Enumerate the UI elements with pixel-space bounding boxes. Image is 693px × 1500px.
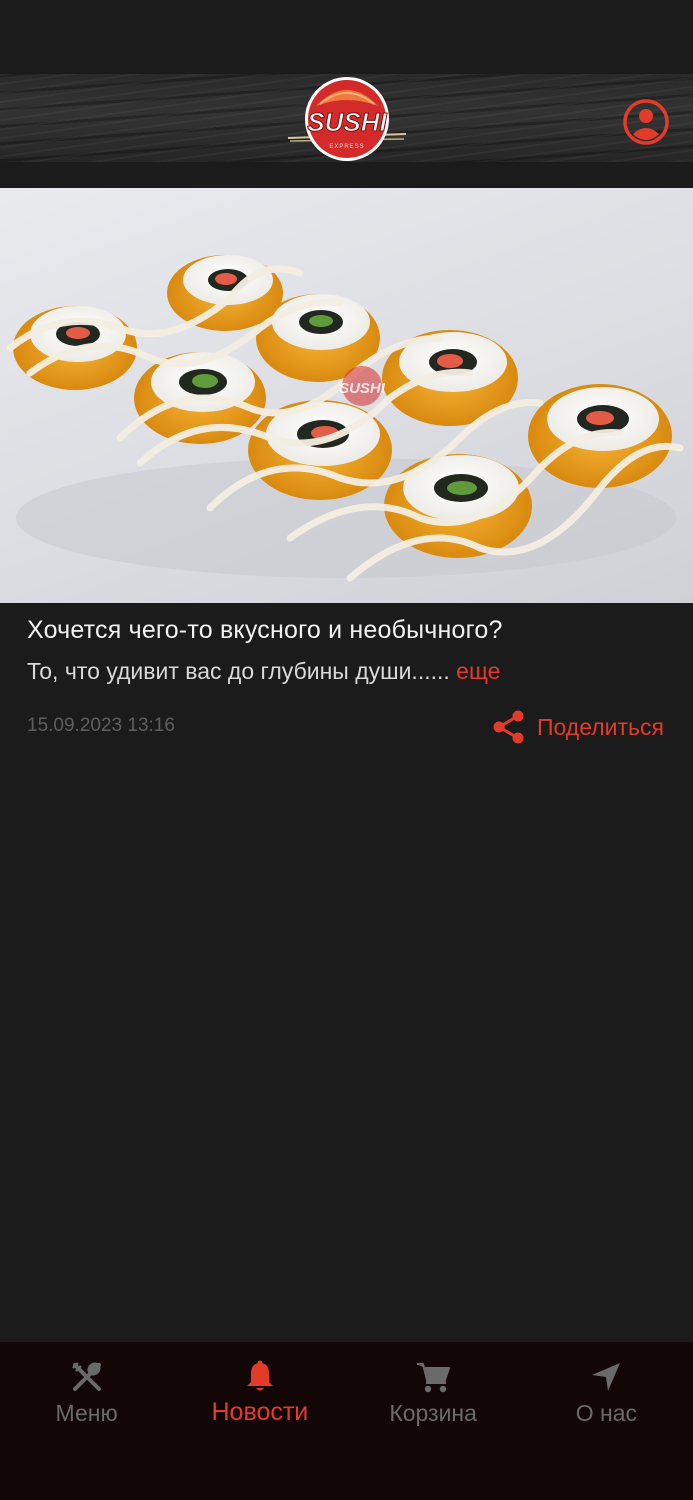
post-excerpt-text: То, что удивит вас до глубины души...... bbox=[27, 658, 450, 684]
app-header: SUSHI EXPRESS bbox=[0, 74, 693, 162]
nav-label-menu: Меню bbox=[55, 1400, 118, 1426]
image-watermark: SUSHI bbox=[339, 380, 386, 397]
share-button[interactable]: Поделиться bbox=[493, 708, 664, 746]
sushi-rolls-photo: SUSHI bbox=[6, 255, 684, 582]
nav-label-cart: Корзина bbox=[389, 1400, 477, 1426]
fork-knife-icon bbox=[71, 1362, 101, 1391]
bell-icon bbox=[246, 1360, 273, 1391]
svg-text:SUSHI: SUSHI bbox=[307, 107, 387, 137]
user-circle-icon bbox=[623, 99, 669, 145]
post-image[interactable]: SUSHI bbox=[0, 188, 693, 603]
nav-label-news: Новости bbox=[211, 1398, 309, 1426]
profile-button[interactable] bbox=[622, 98, 670, 146]
nav-item-menu[interactable]: Меню bbox=[0, 1342, 173, 1500]
nav-item-about[interactable]: О нас bbox=[520, 1342, 693, 1500]
svg-text:EXPRESS: EXPRESS bbox=[329, 144, 364, 150]
nav-item-cart[interactable]: Корзина bbox=[347, 1342, 520, 1500]
share-label: Поделиться bbox=[536, 713, 664, 740]
post-title: Хочется чего-то вкусного и необычного? bbox=[27, 616, 503, 644]
post-excerpt: То, что удивит вас до глубины души......… bbox=[27, 658, 677, 685]
post-date: 15.09.2023 13:16 bbox=[27, 715, 175, 736]
read-more-link[interactable]: еще bbox=[456, 658, 500, 684]
share-icon bbox=[493, 710, 524, 744]
cart-icon bbox=[417, 1363, 451, 1393]
nav-label-about: О нас bbox=[575, 1400, 638, 1426]
sushi-express-logo[interactable]: SUSHI EXPRESS bbox=[286, 76, 408, 162]
bottom-navigation: Меню Новости Корзина О нас bbox=[0, 1342, 693, 1500]
location-arrow-icon bbox=[592, 1363, 621, 1391]
status-bar bbox=[0, 0, 693, 74]
nav-item-news[interactable]: Новости bbox=[173, 1342, 346, 1500]
